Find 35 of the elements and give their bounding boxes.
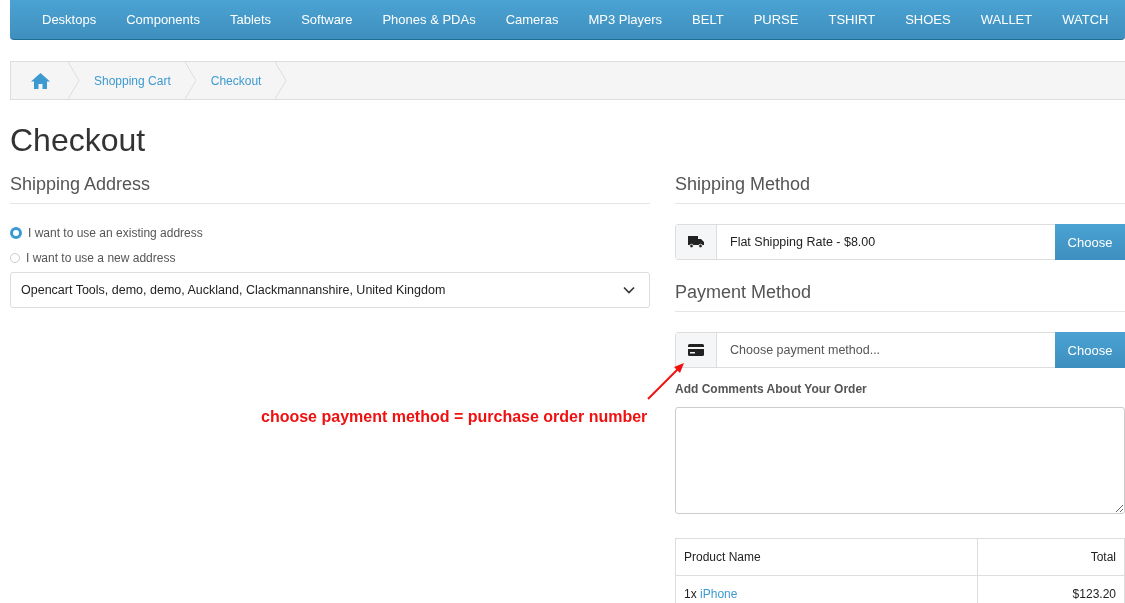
menu-link[interactable]: Software: [286, 12, 368, 27]
comments-field[interactable]: [675, 407, 1125, 514]
payment-method-field[interactable]: Choose payment method... Choose: [675, 332, 1125, 368]
breadcrumb-link[interactable]: Shopping Cart: [80, 62, 185, 99]
breadcrumb-link[interactable]: Checkout: [196, 62, 276, 99]
choose-button[interactable]: Choose: [1055, 332, 1125, 368]
menu-link[interactable]: Cameras: [490, 12, 574, 27]
credit-card-icon: [688, 344, 704, 356]
section-heading: Shipping Method: [675, 166, 1125, 204]
product-link[interactable]: iPhone: [700, 587, 738, 601]
radio-button[interactable]: [10, 226, 22, 239]
menu-link[interactable]: Phones & PDAs: [367, 12, 491, 27]
radio-label: I want to use an existing address: [28, 225, 203, 240]
menu-link[interactable]: WATCH: [1047, 12, 1124, 27]
menu-link[interactable]: MP3 Players: [573, 12, 678, 27]
menu-link[interactable]: Tablets: [214, 12, 287, 27]
menu-link[interactable]: BELT: [677, 12, 739, 27]
radio-label: I want to use a new address: [26, 250, 176, 265]
menu-link[interactable]: WALLET: [965, 12, 1048, 27]
section-heading: Shipping Address: [10, 166, 650, 204]
home-icon: [31, 72, 50, 89]
quantity-text: 1x: [684, 587, 697, 601]
menu-link[interactable]: Desktops: [27, 12, 112, 27]
section-heading: Payment Method: [675, 274, 1125, 312]
menu-link[interactable]: SHOES: [890, 12, 966, 27]
menu-link[interactable]: Components: [111, 12, 215, 27]
menu-link[interactable]: PURSE: [738, 12, 814, 27]
page-title: Checkout: [10, 121, 147, 160]
table-header-cell: Total: [977, 538, 1125, 576]
address-select[interactable]: Opencart Tools, demo, demo, Auckland, Clackmannanshire, United Kingdom: [10, 272, 650, 308]
comments-label: Add Comments About Your Order: [675, 382, 868, 396]
chevron-down-icon: [623, 286, 635, 294]
annotation-text: choose payment method = purchase order number: [261, 408, 648, 426]
table-header-cell: Product Name: [675, 538, 978, 576]
menu-link[interactable]: TSHIRT: [813, 12, 891, 27]
